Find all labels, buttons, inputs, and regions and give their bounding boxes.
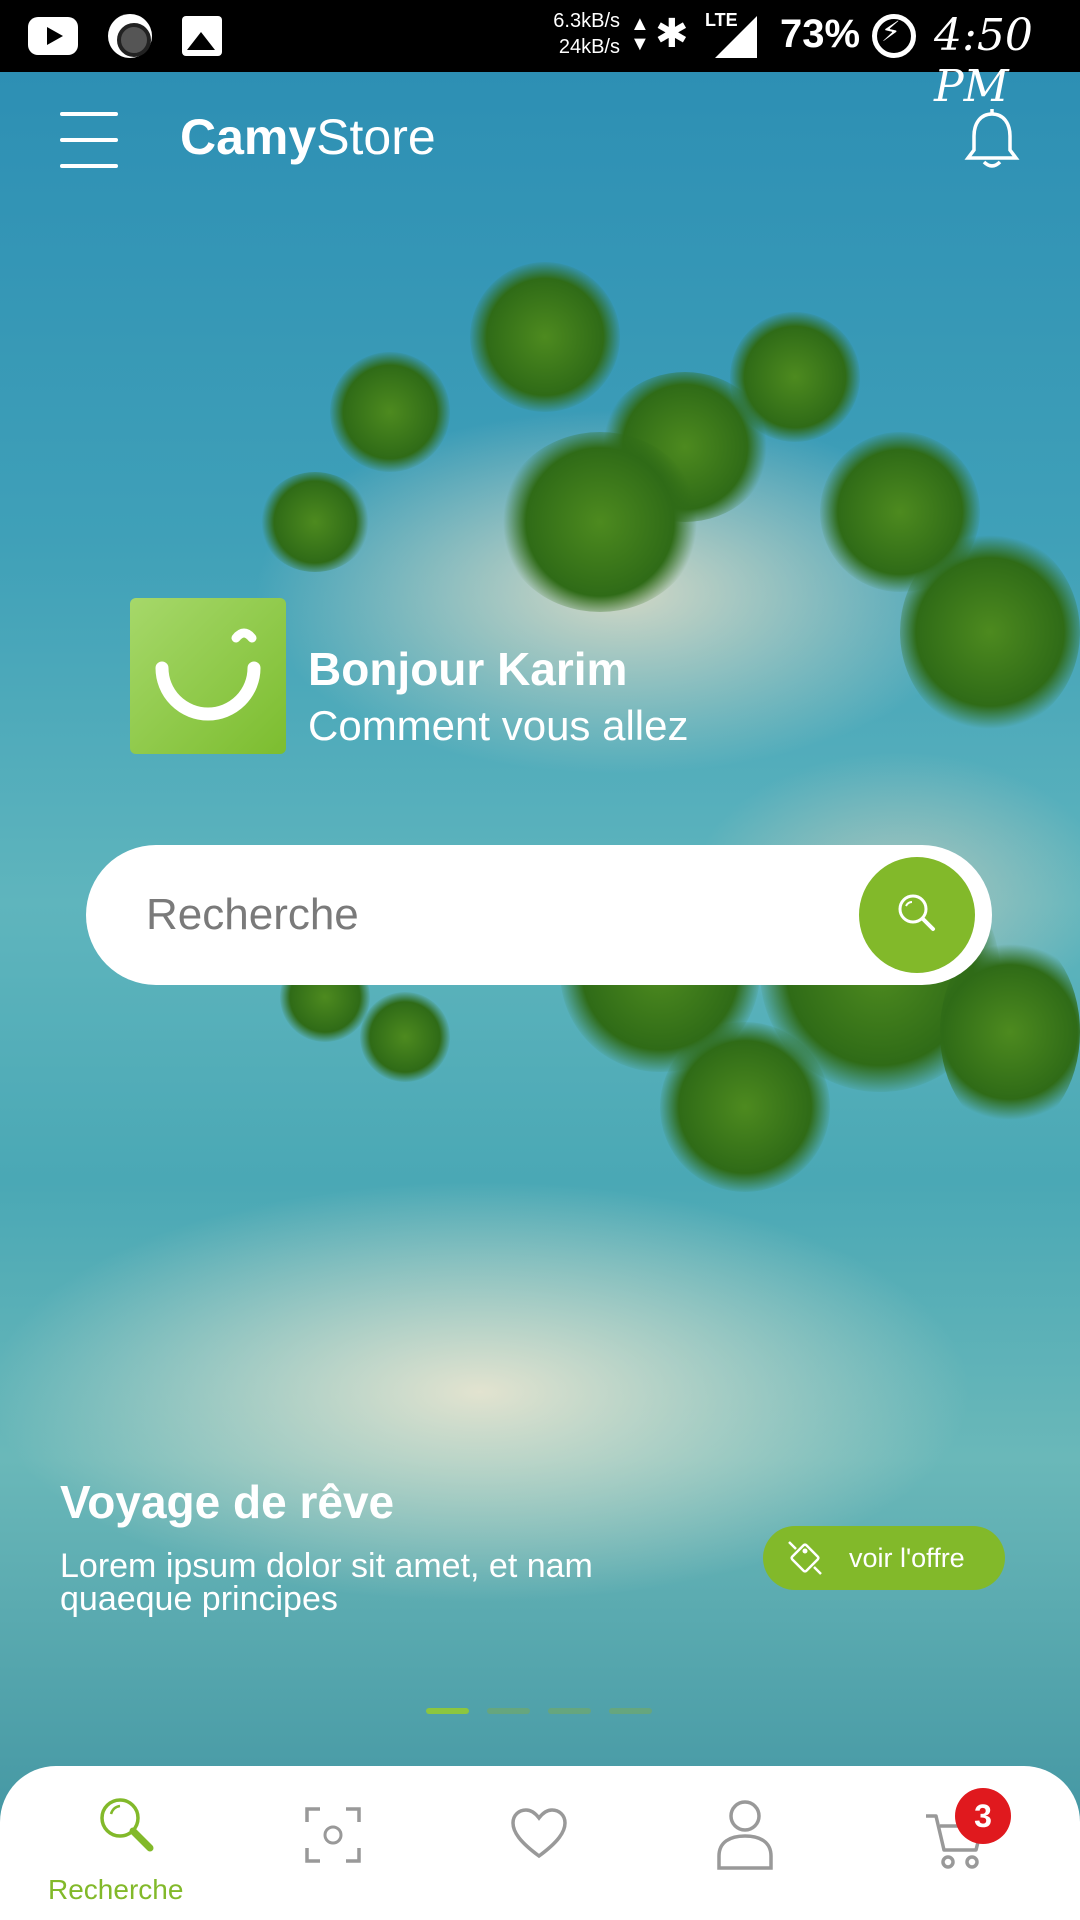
- tag-icon: [788, 1541, 822, 1575]
- speed-down: 6.3kB/s: [553, 10, 620, 32]
- promo-description: Lorem ipsum dolor sit amet, et nam quaeq…: [60, 1547, 593, 1618]
- palm-tree: [900, 532, 1080, 732]
- data-arrows-icon: ▲ ▼: [630, 13, 650, 55]
- scan-icon: [305, 1807, 361, 1863]
- smile-logo-icon: [155, 628, 261, 721]
- search-button[interactable]: [859, 857, 975, 973]
- greeting-title: Bonjour Karim: [308, 643, 628, 695]
- record-icon: [108, 14, 152, 58]
- carousel-indicator: [426, 1708, 652, 1714]
- clock: 4:50 PM: [934, 10, 1033, 112]
- bottom-nav: Recherche 3: [0, 1766, 1080, 1920]
- nav-profile[interactable]: [662, 1766, 828, 1920]
- carousel-dot[interactable]: [548, 1708, 591, 1714]
- bluetooth-icon: ✱: [655, 12, 689, 56]
- palm-tree: [660, 1022, 830, 1192]
- youtube-icon: [28, 17, 78, 55]
- greeting-subtitle: Comment vous allez: [308, 702, 689, 749]
- notifications-button[interactable]: [962, 108, 1022, 172]
- view-offer-label: voir l'offre: [849, 1542, 965, 1573]
- search-input[interactable]: [146, 875, 846, 955]
- nav-scan[interactable]: [250, 1766, 416, 1920]
- gallery-icon: [182, 16, 222, 56]
- notification-icons: [28, 14, 222, 58]
- hero-background: [0, 72, 1080, 1920]
- charging-icon: [872, 14, 916, 58]
- carousel-dot[interactable]: [426, 1708, 469, 1714]
- menu-icon: [60, 138, 118, 142]
- nav-favorites[interactable]: [456, 1766, 622, 1920]
- bell-icon: [964, 109, 1020, 168]
- app-title-rest: Store: [316, 109, 436, 165]
- signal-icon: [715, 16, 757, 58]
- network-speed: 6.3kB/s 24kB/s: [540, 8, 620, 60]
- user-icon: [717, 1800, 773, 1870]
- cart-count-badge: 3: [955, 1788, 1011, 1844]
- battery-level: 73%: [780, 12, 861, 56]
- menu-button[interactable]: [60, 112, 118, 168]
- store-logo: [130, 598, 286, 754]
- heart-icon: [511, 1808, 567, 1859]
- palm-tree: [500, 432, 700, 612]
- palm-tree: [360, 992, 450, 1082]
- palm-tree: [730, 312, 860, 442]
- search-bar: [86, 845, 992, 985]
- palm-tree: [330, 352, 450, 472]
- app-title: CamyStore: [180, 108, 436, 166]
- search-icon: [898, 894, 935, 931]
- promo-title: Voyage de rêve: [60, 1476, 395, 1528]
- app-title-bold: Camy: [180, 109, 317, 165]
- menu-icon: [60, 164, 118, 168]
- carousel-dot[interactable]: [609, 1708, 652, 1714]
- carousel-dot[interactable]: [487, 1708, 530, 1714]
- view-offer-button[interactable]: voir l'offre: [763, 1526, 1005, 1590]
- nav-search-label: Recherche: [48, 1874, 184, 1905]
- search-icon: [100, 1798, 154, 1852]
- palm-tree: [470, 262, 620, 412]
- speed-up: 24kB/s: [558, 36, 620, 58]
- palm-tree: [260, 472, 370, 572]
- status-bar: 6.3kB/s 24kB/s ▲▼ ✱ LTE 73% 4:50 PM: [0, 0, 1080, 112]
- menu-icon: [60, 112, 118, 116]
- nav-search[interactable]: Recherche: [0, 1766, 216, 1920]
